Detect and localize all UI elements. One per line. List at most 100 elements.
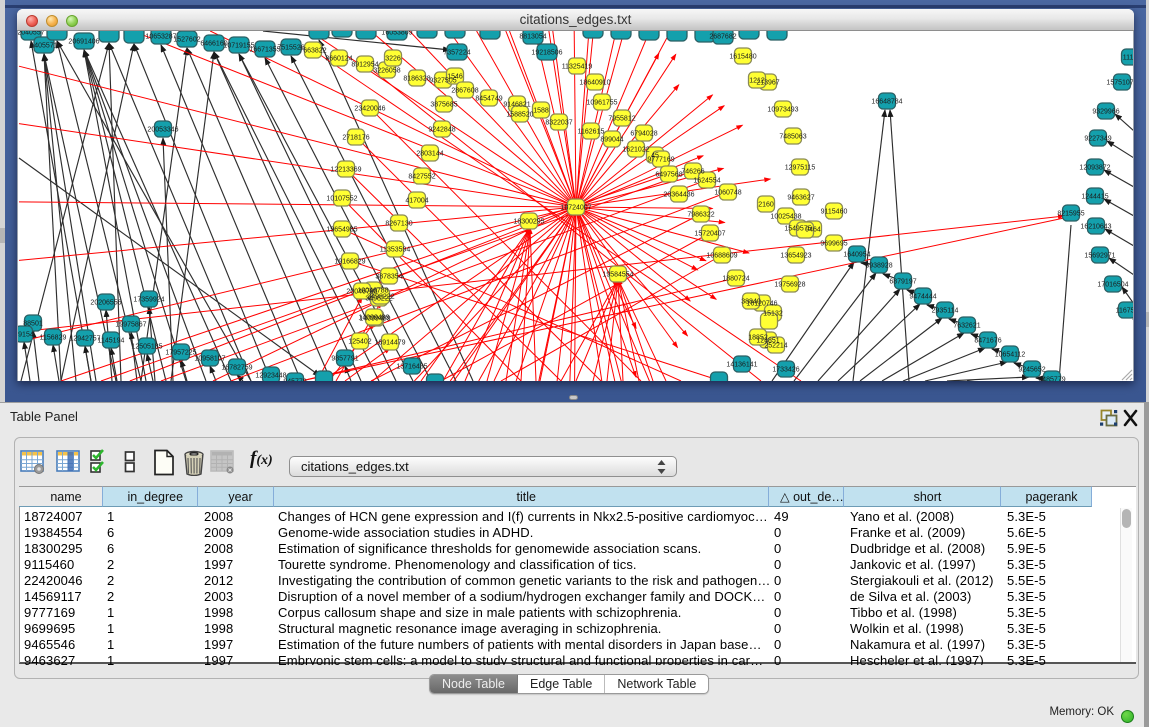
svg-text:9464: 9464	[805, 227, 821, 234]
svg-text:16053809: 16053809	[381, 31, 412, 37]
svg-text:8938928: 8938928	[865, 263, 892, 270]
svg-text:6879197: 6879197	[889, 279, 916, 286]
svg-text:7632621: 7632621	[953, 323, 980, 330]
svg-text:945779: 945779	[283, 379, 306, 382]
svg-text:1880724: 1880724	[722, 276, 749, 283]
svg-text:14099489: 14099489	[358, 315, 389, 322]
svg-text:15751074: 15751074	[1106, 80, 1134, 87]
svg-text:19218506: 19218506	[531, 50, 562, 57]
svg-text:1546: 1546	[447, 74, 463, 81]
svg-text:9245652: 9245652	[1018, 367, 1045, 374]
svg-text:17957225: 17957225	[165, 350, 196, 357]
svg-text:3226: 3226	[385, 56, 401, 63]
svg-text:7663822: 7663822	[299, 48, 326, 55]
svg-text:1527602: 1527602	[173, 37, 200, 44]
svg-text:19584554: 19584554	[602, 272, 633, 279]
svg-text:19975867: 19975867	[115, 322, 146, 329]
svg-text:16671355: 16671355	[249, 47, 280, 54]
svg-text:1244415: 1244415	[1081, 194, 1108, 201]
svg-text:9146821: 9146821	[503, 102, 530, 109]
svg-text:9699695: 9699695	[820, 241, 847, 248]
svg-text:3878354: 3878354	[375, 274, 402, 281]
svg-text:11353594: 11353594	[380, 247, 411, 254]
svg-text:9485779: 9485779	[1038, 377, 1065, 382]
svg-text:15692971: 15692971	[1084, 253, 1115, 260]
svg-text:3875685: 3875685	[430, 102, 457, 109]
svg-text:2160: 2160	[758, 202, 774, 209]
svg-text:1588: 1588	[533, 108, 549, 115]
svg-text:2718176: 2718176	[342, 135, 369, 142]
svg-text:116753: 116753	[1116, 308, 1134, 315]
svg-text:9463627: 9463627	[787, 195, 814, 202]
svg-text:18640910: 18640910	[579, 80, 610, 87]
svg-text:2867608: 2867608	[451, 88, 478, 95]
svg-text:1212: 1212	[749, 78, 765, 85]
svg-text:10654112: 10654112	[995, 352, 1026, 359]
svg-text:8427552: 8427552	[408, 174, 435, 181]
svg-text:8186328: 8186328	[403, 76, 430, 83]
svg-text:1145194: 1145194	[98, 338, 125, 345]
svg-text:88501: 88501	[23, 321, 43, 328]
svg-text:7955812: 7955812	[608, 116, 635, 123]
svg-text:17359924: 17359924	[133, 297, 164, 304]
svg-text:13654923: 13654923	[780, 253, 811, 260]
svg-text:9227349: 9227349	[1084, 136, 1111, 143]
svg-text:18724007: 18724007	[560, 205, 591, 212]
svg-text:2687682: 2687682	[709, 34, 736, 41]
svg-text:1405571: 1405571	[30, 43, 57, 50]
svg-text:12923448: 12923448	[255, 373, 286, 380]
svg-text:10107552: 10107552	[326, 196, 357, 203]
svg-text:18852: 18852	[748, 335, 768, 342]
svg-text:7357224: 7357224	[443, 50, 470, 57]
svg-text:2935114: 2935114	[932, 308, 959, 315]
svg-text:12975115: 12975115	[785, 165, 816, 172]
svg-text:9329966: 9329966	[1092, 109, 1119, 116]
svg-text:10688609: 10688609	[706, 253, 737, 260]
svg-text:2803144: 2803144	[416, 151, 443, 158]
svg-text:9242848: 9242848	[428, 127, 455, 134]
svg-text:15720407: 15720407	[694, 231, 725, 238]
svg-text:12093872: 12093872	[1079, 165, 1110, 172]
svg-text:17016504: 17016504	[1097, 282, 1128, 289]
svg-text:417004: 417004	[405, 198, 428, 205]
svg-text:20691406: 20691406	[68, 39, 99, 46]
svg-text:8454749: 8454749	[475, 96, 502, 103]
svg-text:16210643: 16210643	[1080, 224, 1111, 231]
svg-text:1156829: 1156829	[40, 335, 67, 342]
svg-text:16782759: 16782759	[221, 365, 252, 372]
svg-text:10958107: 10958107	[194, 356, 225, 363]
svg-text:13716485: 13716485	[396, 364, 427, 371]
svg-text:39154: 39154	[18, 332, 34, 339]
svg-text:9474444: 9474444	[909, 294, 936, 301]
svg-text:8215955: 8215955	[1057, 211, 1084, 218]
svg-text:1060748: 1060748	[714, 190, 741, 197]
svg-text:7485063: 7485063	[779, 134, 806, 141]
svg-text:9857791: 9857791	[331, 356, 358, 363]
svg-text:1615480: 1615480	[729, 54, 756, 61]
svg-text:1588520: 1588520	[506, 112, 533, 119]
svg-text:2040557: 2040557	[18, 31, 45, 37]
svg-text:20364436: 20364436	[663, 192, 694, 199]
svg-text:18300295: 18300295	[513, 219, 544, 226]
svg-text:9115460: 9115460	[821, 209, 848, 216]
svg-text:10025438: 10025438	[770, 214, 801, 221]
svg-text:746266: 746266	[681, 169, 704, 176]
svg-text:1162615: 1162615	[578, 129, 605, 136]
svg-text:7986322: 7986322	[687, 212, 714, 219]
svg-text:8322037: 8322037	[545, 120, 572, 127]
svg-text:1112: 1112	[1123, 55, 1134, 62]
svg-text:19654985: 19654985	[326, 227, 357, 234]
svg-text:15132: 15132	[763, 311, 783, 318]
svg-text:12942757: 12942757	[69, 336, 100, 343]
svg-text:10653287: 10653287	[145, 34, 176, 41]
svg-text:1733426: 1733426	[772, 367, 799, 374]
svg-text:6794028: 6794028	[630, 131, 657, 138]
svg-text:3498222: 3498222	[367, 294, 394, 301]
svg-text:19756928: 19756928	[774, 282, 805, 289]
svg-text:20206556: 20206556	[90, 300, 121, 307]
svg-text:12213369: 12213369	[330, 167, 361, 174]
svg-text:12505185: 12505185	[131, 344, 162, 351]
svg-text:1640954: 1640954	[843, 252, 870, 259]
svg-text:1624554: 1624554	[693, 178, 720, 185]
svg-text:10973493: 10973493	[767, 107, 798, 114]
